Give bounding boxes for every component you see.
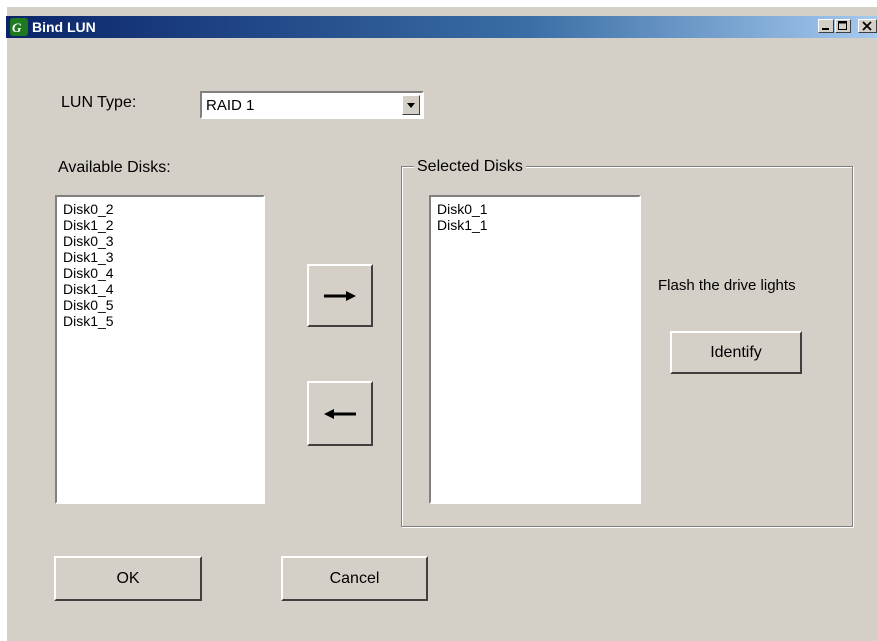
window-title: Bind LUN — [32, 19, 96, 35]
app-logo-icon: G — [10, 18, 28, 36]
maximize-icon — [838, 21, 847, 30]
lun-type-value: RAID 1 — [206, 97, 255, 114]
list-item[interactable]: Disk1_1 — [437, 217, 633, 233]
arrow-right-icon — [324, 290, 356, 301]
list-item[interactable]: Disk1_4 — [63, 281, 257, 297]
list-item[interactable]: Disk0_5 — [63, 297, 257, 313]
minimize-icon — [822, 28, 829, 30]
identify-button[interactable]: Identify — [670, 331, 802, 374]
flash-lights-caption: Flash the drive lights — [658, 277, 796, 294]
list-item[interactable]: Disk0_4 — [63, 265, 257, 281]
close-button[interactable] — [858, 19, 877, 33]
add-disk-button[interactable] — [307, 264, 373, 327]
lun-type-dropdown[interactable]: RAID 1 — [200, 91, 424, 119]
list-item[interactable]: Disk0_2 — [63, 201, 257, 217]
title-bar[interactable]: G Bind LUN — [6, 16, 877, 38]
svg-text:G: G — [12, 20, 22, 35]
list-item[interactable]: Disk0_1 — [437, 201, 633, 217]
lun-type-label: LUN Type: — [61, 94, 137, 111]
cancel-button[interactable]: Cancel — [281, 556, 428, 601]
selected-disks-list[interactable]: Disk0_1 Disk1_1 — [429, 195, 641, 504]
available-disks-list[interactable]: Disk0_2 Disk1_2 Disk0_3 Disk1_3 Disk0_4 … — [55, 195, 265, 504]
arrow-left-icon — [324, 408, 356, 419]
close-icon — [862, 21, 872, 31]
chevron-down-icon — [407, 103, 415, 108]
list-item[interactable]: Disk0_3 — [63, 233, 257, 249]
dropdown-button[interactable] — [402, 95, 420, 115]
minimize-button[interactable] — [818, 19, 834, 33]
maximize-button[interactable] — [835, 19, 851, 33]
ok-button[interactable]: OK — [54, 556, 202, 601]
remove-disk-button[interactable] — [307, 381, 373, 446]
available-disks-label: Available Disks: — [58, 159, 171, 176]
list-item[interactable]: Disk1_2 — [63, 217, 257, 233]
list-item[interactable]: Disk1_5 — [63, 313, 257, 329]
list-item[interactable]: Disk1_3 — [63, 249, 257, 265]
selected-disks-label: Selected Disks — [414, 158, 526, 176]
